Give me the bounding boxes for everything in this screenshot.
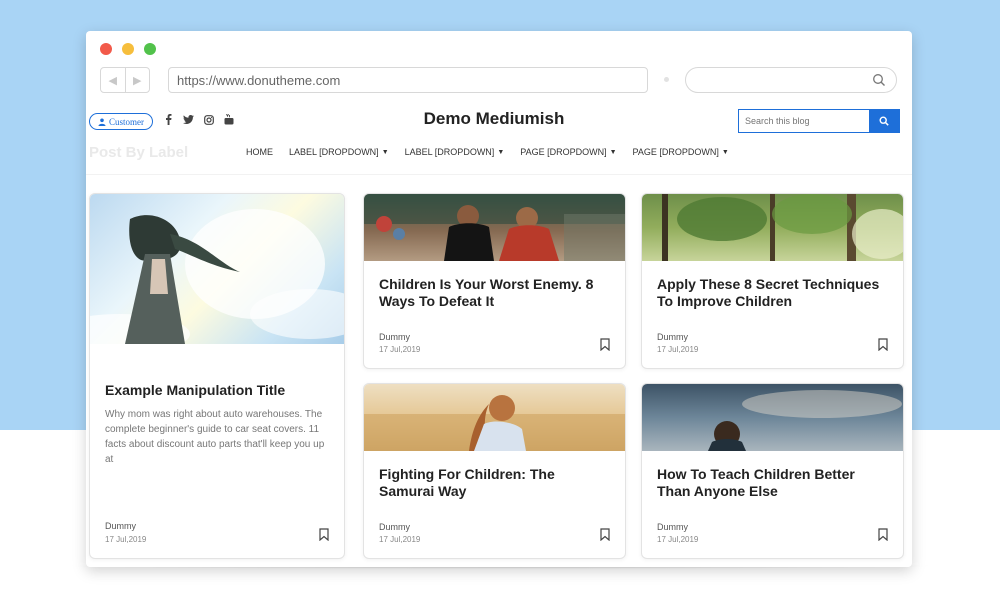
close-dot[interactable] [100,43,112,55]
main-navigation: HOME LABEL [DROPDOWN] ▼ LABEL [DROPDOWN]… [246,147,729,157]
post-thumbnail[interactable] [364,384,625,451]
blog-search-button[interactable] [869,110,899,132]
minimize-dot[interactable] [122,43,134,55]
browser-search-field[interactable] [685,67,897,93]
browser-window: ◀ ▶ https://www.donutheme.com Customer D… [86,31,912,567]
post-card[interactable]: Apply These 8 Secret Techniques To Impro… [641,193,904,369]
anime-girl-illustration [90,209,344,344]
post-title[interactable]: Fighting For Children: The Samurai Way [379,466,611,500]
search-icon [879,116,889,126]
address-bar[interactable]: https://www.donutheme.com [168,67,648,93]
toolbar-dot [664,77,669,82]
caret-down-icon: ▼ [497,148,505,156]
nav-item-label: PAGE [DROPDOWN] [520,147,607,157]
post-author[interactable]: Dummy [379,332,410,342]
bookmark-icon[interactable] [600,528,610,541]
post-thumbnail[interactable] [90,194,344,344]
post-title[interactable]: Apply These 8 Secret Techniques To Impro… [657,276,889,310]
post-thumbnail[interactable] [642,194,903,261]
bookmark-icon[interactable] [600,338,610,351]
nav-item-label: PAGE [DROPDOWN] [632,147,719,157]
search-icon [873,74,885,86]
nav-item-label: LABEL [DROPDOWN] [404,147,495,157]
post-date: 17 Jul,2019 [379,345,421,354]
post-author[interactable]: Dummy [105,521,136,531]
nav-item-home[interactable]: HOME [246,147,273,157]
nav-item-label: LABEL [DROPDOWN] [289,147,379,157]
post-title[interactable]: Children Is Your Worst Enemy. 8 Ways To … [379,276,611,310]
bookmark-icon[interactable] [878,338,888,351]
post-author[interactable]: Dummy [657,522,688,532]
post-author[interactable]: Dummy [657,332,688,342]
caret-down-icon: ▼ [721,148,729,156]
forward-button[interactable]: ▶ [124,68,150,92]
post-thumbnail[interactable] [364,194,625,261]
post-excerpt: Why mom was right about auto warehouses.… [105,409,325,465]
post-card[interactable]: Fighting For Children: The Samurai Way D… [363,383,626,559]
child-silhouette-photo [708,390,902,451]
header-divider [86,174,912,175]
post-date: 17 Jul,2019 [657,535,699,544]
children-photo [364,194,625,261]
blog-search-input[interactable] [739,110,869,132]
maximize-dot[interactable] [144,43,156,55]
faded-section-label: Post By Label [89,144,189,161]
post-title[interactable]: How To Teach Children Better Than Anyone… [657,466,889,500]
nav-item-page-dropdown-1[interactable]: PAGE [DROPDOWN] ▼ [520,147,616,157]
nav-item-label-dropdown-2[interactable]: LABEL [DROPDOWN] ▼ [405,147,505,157]
bookmark-icon[interactable] [878,528,888,541]
window-controls [100,43,156,55]
post-title[interactable]: Example Manipulation Title [105,382,285,399]
nav-item-label: HOME [246,147,273,157]
bookmark-icon[interactable] [319,528,329,541]
post-thumbnail[interactable] [642,384,903,451]
caret-down-icon: ▼ [609,148,617,156]
blog-search-form [738,109,900,133]
caret-down-icon: ▼ [381,148,389,156]
post-card-featured[interactable]: Example Manipulation Title Why mom was r… [89,193,345,559]
nav-item-page-dropdown-2[interactable]: PAGE [DROPDOWN] ▼ [633,147,729,157]
post-date: 17 Jul,2019 [379,535,421,544]
back-arrow-icon: ◀ [108,74,117,87]
back-button[interactable]: ◀ [101,68,125,92]
post-date: 17 Jul,2019 [105,535,147,544]
post-card[interactable]: Children Is Your Worst Enemy. 8 Ways To … [363,193,626,369]
nav-item-label-dropdown-1[interactable]: LABEL [DROPDOWN] ▼ [289,147,389,157]
post-date: 17 Jul,2019 [657,345,699,354]
post-author[interactable]: Dummy [379,522,410,532]
forest-photo [662,194,903,261]
post-card[interactable]: How To Teach Children Better Than Anyone… [641,383,904,559]
girl-in-field-photo [364,395,625,451]
forward-arrow-icon: ▶ [133,74,142,87]
browser-nav-buttons: ◀ ▶ [100,67,150,93]
